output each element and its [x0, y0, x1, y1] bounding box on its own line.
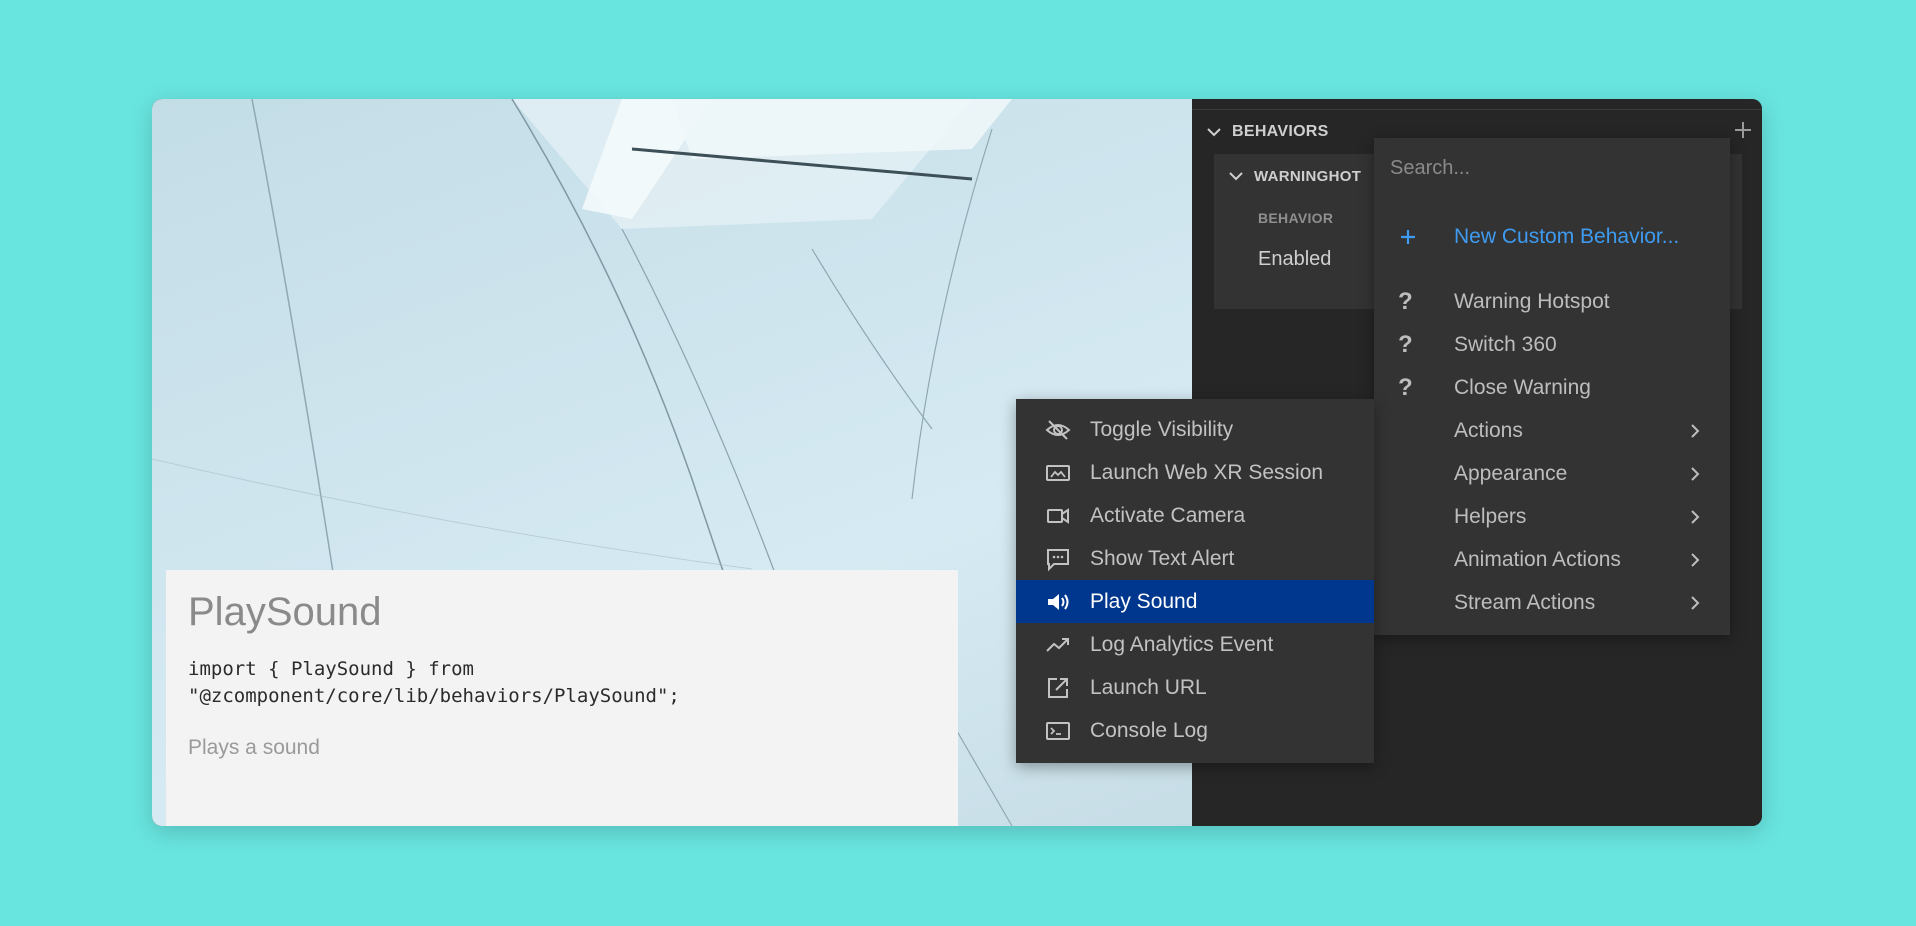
xr-headset-icon: [1046, 464, 1070, 481]
behavior-doc-card: PlaySound import { PlaySound } from "@zc…: [166, 570, 958, 826]
trending-up-icon: [1046, 637, 1069, 652]
submenu-item-label: Show Text Alert: [1090, 546, 1235, 570]
submenu-item-label: Play Sound: [1090, 589, 1198, 613]
behavior-item-label: Warning Hotspot: [1454, 289, 1610, 313]
submenu-item-log-analytics-event[interactable]: Log Analytics Event: [1016, 623, 1374, 666]
submenu-item-console-log[interactable]: Console Log: [1016, 709, 1374, 752]
category-animation-actions[interactable]: Animation Actions: [1374, 538, 1730, 581]
category-label: Stream Actions: [1454, 590, 1596, 614]
doc-title: PlaySound: [188, 590, 382, 634]
category-label: Actions: [1454, 418, 1523, 442]
behavior-item-warning-hotspot[interactable]: ? Warning Hotspot: [1374, 280, 1730, 323]
terminal-icon: [1046, 721, 1070, 740]
chevron-right-icon: [1691, 510, 1700, 524]
new-custom-behavior-item[interactable]: New Custom Behavior...: [1374, 215, 1730, 258]
question-icon: ?: [1398, 330, 1413, 358]
behavior-field-value[interactable]: Enabled: [1258, 248, 1331, 271]
divider: [1192, 109, 1762, 110]
submenu-item-label: Launch URL: [1090, 675, 1207, 699]
doc-code-line: "@zcomponent/core/lib/behaviors/PlaySoun…: [188, 685, 680, 707]
behaviors-section-header[interactable]: BEHAVIORS: [1204, 120, 1329, 144]
submenu-item-launch-web-xr-session[interactable]: Launch Web XR Session: [1016, 451, 1374, 494]
submenu-item-toggle-visibility[interactable]: Toggle Visibility: [1016, 408, 1374, 451]
message-icon: [1047, 548, 1069, 571]
behavior-item-switch-360[interactable]: ? Switch 360: [1374, 323, 1730, 366]
category-appearance[interactable]: Appearance: [1374, 452, 1730, 495]
behavior-field-label: BEHAVIOR: [1258, 210, 1334, 226]
category-helpers[interactable]: Helpers: [1374, 495, 1730, 538]
submenu-item-label: Toggle Visibility: [1090, 417, 1234, 441]
chevron-right-icon: [1691, 424, 1700, 438]
submenu-item-label: Launch Web XR Session: [1090, 460, 1324, 484]
behavior-search-input[interactable]: [1388, 152, 1712, 184]
submenu-item-show-text-alert[interactable]: Show Text Alert: [1016, 537, 1374, 580]
chevron-right-icon: [1691, 596, 1700, 610]
category-actions[interactable]: Actions: [1374, 409, 1730, 452]
chevron-down-icon: [1207, 128, 1221, 137]
submenu-item-label: Console Log: [1090, 718, 1208, 742]
add-behavior-dropdown: New Custom Behavior... ? Warning Hotspot…: [1374, 138, 1730, 635]
new-custom-behavior-label: New Custom Behavior...: [1454, 224, 1680, 248]
submenu-item-play-sound[interactable]: Play Sound: [1016, 580, 1374, 623]
section-title: BEHAVIORS: [1232, 123, 1329, 140]
behavior-entry-header[interactable]: WARNINGHOT: [1226, 166, 1361, 186]
behavior-item-label: Switch 360: [1454, 332, 1557, 356]
question-icon: ?: [1398, 287, 1413, 315]
category-label: Appearance: [1454, 461, 1568, 485]
submenu-item-label: Log Analytics Event: [1090, 632, 1274, 656]
submenu-item-launch-url[interactable]: Launch URL: [1016, 666, 1374, 709]
chevron-right-icon: [1691, 467, 1700, 481]
question-icon: ?: [1398, 373, 1413, 401]
doc-code-snippet: import { PlaySound } from "@zcomponent/c…: [188, 656, 936, 710]
chevron-right-icon: [1691, 553, 1700, 567]
chevron-down-icon: [1229, 172, 1243, 181]
submenu-item-activate-camera[interactable]: Activate Camera: [1016, 494, 1374, 537]
plus-icon: [1398, 227, 1440, 247]
category-label: Animation Actions: [1454, 547, 1621, 571]
video-camera-icon: [1047, 507, 1069, 524]
category-label: Helpers: [1454, 504, 1527, 528]
behavior-item-label: Close Warning: [1454, 375, 1591, 399]
behavior-entry-name: WARNINGHOT: [1254, 167, 1362, 185]
actions-submenu: Toggle Visibility Launch Web XR Session …: [1016, 399, 1374, 763]
submenu-item-label: Activate Camera: [1090, 503, 1246, 527]
eye-off-icon: [1045, 419, 1071, 440]
add-behavior-icon[interactable]: [1732, 119, 1754, 141]
behavior-item-close-warning[interactable]: ? Close Warning: [1374, 366, 1730, 409]
doc-description: Plays a sound: [188, 736, 320, 759]
speaker-icon: [1048, 593, 1069, 610]
doc-code-line: import { PlaySound } from: [188, 658, 474, 680]
external-link-icon: [1048, 677, 1068, 698]
category-stream-actions[interactable]: Stream Actions: [1374, 581, 1730, 624]
